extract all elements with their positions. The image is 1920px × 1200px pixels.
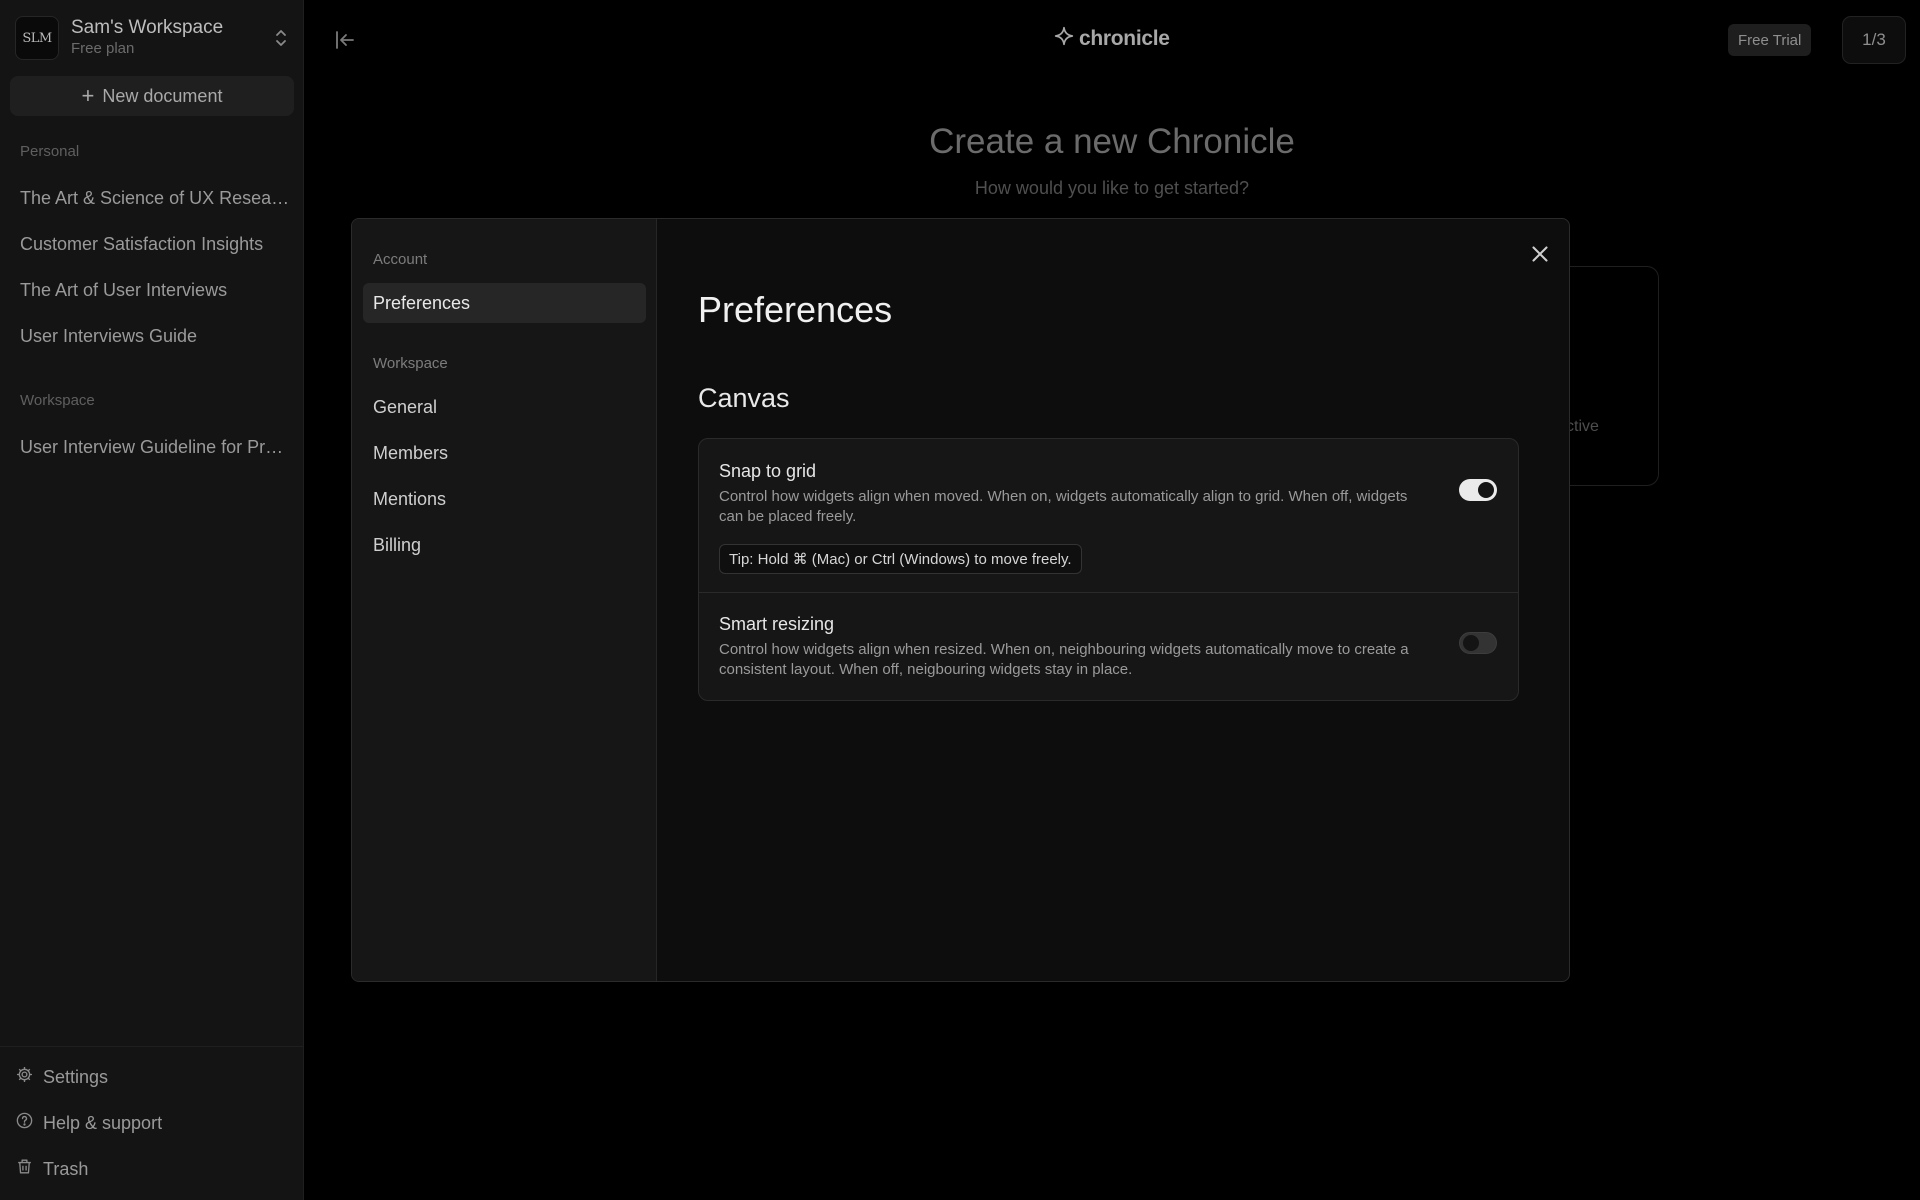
toggle-knob [1478,482,1494,498]
sidebar-doc-item[interactable]: User Interviews Guide [20,324,290,348]
template-card-text: ctive [1566,418,1599,435]
brand-logo: chronicle [1054,26,1170,52]
workspace-switcher[interactable]: SLM Sam's Workspace Free plan [15,15,291,61]
workspace-name: Sam's Workspace [71,17,224,38]
smart-resizing-description: Control how widgets align when resized. … [719,641,1409,678]
sidebar-footer [0,1046,303,1047]
workspace-plan: Free plan [71,40,135,57]
trash-label: Trash [43,1158,89,1179]
workspace-section-label: Workspace [373,355,448,372]
help-circle-icon [15,1111,34,1135]
snap-to-grid-row: Snap to grid Control how widgets align w… [699,439,1518,592]
page-counter[interactable]: 1/3 [1842,16,1906,64]
modal-title: Preferences [698,289,893,330]
hero-subtitle: How would you like to get started? [974,178,1250,198]
chevron-up-down-icon[interactable] [271,24,291,52]
workspace-avatar: SLM [15,16,59,60]
nav-item-mentions[interactable]: Mentions [363,479,646,519]
sparkle-icon [1054,26,1074,52]
new-document-label: New document [102,85,223,106]
settings-nav: Account Preferences Workspace General Me… [352,219,657,981]
workspace-info: Sam's Workspace Free plan [71,17,271,59]
snap-tip: Tip: Hold ⌘ (Mac) or Ctrl (Windows) to m… [719,544,1082,574]
gear-icon [15,1065,34,1089]
settings-modal: Account Preferences Workspace General Me… [351,218,1570,982]
brand-name: chronicle [1079,27,1170,50]
smart-resizing-toggle[interactable] [1459,632,1497,654]
account-section-label: Account [373,251,428,268]
plus-icon: + [81,83,95,108]
smart-resizing-row: Smart resizing Control how widgets align… [699,593,1518,700]
close-icon[interactable] [1527,241,1553,267]
nav-item-preferences[interactable]: Preferences [363,283,646,323]
snap-to-grid-description: Control how widgets align when moved. Wh… [719,488,1408,525]
sidebar-doc-item[interactable]: The Art of User Interviews [20,278,290,302]
trash-icon [15,1157,34,1181]
sidebar-doc-item[interactable]: User Interview Guideline for Product Tea… [20,435,290,459]
help-support-label: Help & support [43,1112,163,1133]
canvas-section-title: Canvas [698,383,790,413]
nav-item-members[interactable]: Members [363,433,646,473]
settings-link[interactable]: Settings [15,1065,108,1089]
snap-to-grid-title: Snap to grid [719,461,817,481]
help-support-link[interactable]: Help & support [15,1111,162,1135]
trash-link[interactable]: Trash [15,1157,88,1181]
toggle-knob [1463,635,1479,651]
hero-title: Create a new Chronicle [929,122,1295,161]
new-document-button[interactable]: + New document [10,76,294,116]
nav-item-general[interactable]: General [363,387,646,427]
free-trial-badge[interactable]: Free Trial [1728,24,1812,56]
sidebar-doc-item[interactable]: Customer Satisfaction Insights [20,232,290,256]
collapse-sidebar-icon[interactable] [333,28,357,52]
smart-resizing-title: Smart resizing [719,614,835,634]
workspace-section-label: Workspace [20,392,95,409]
nav-item-billing[interactable]: Billing [363,525,646,565]
canvas-settings-card: Snap to grid Control how widgets align w… [698,438,1519,701]
snap-to-grid-toggle[interactable] [1459,479,1497,501]
settings-label: Settings [43,1066,109,1087]
